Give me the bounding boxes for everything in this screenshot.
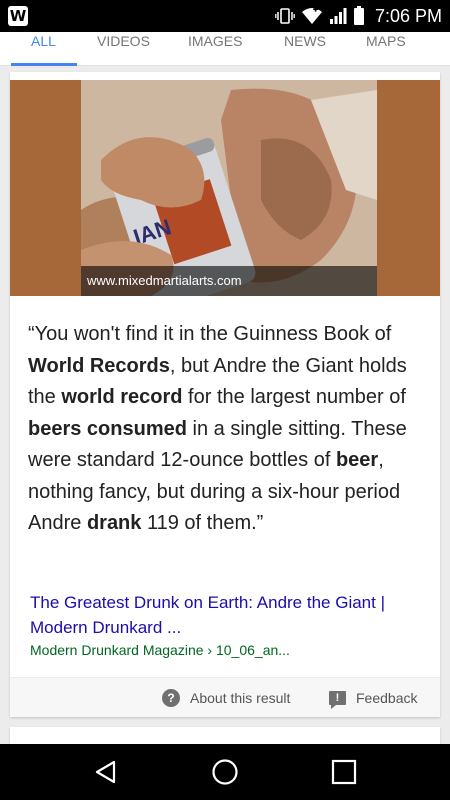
vibrate-icon bbox=[275, 8, 295, 24]
feedback-button[interactable]: ! Feedback bbox=[329, 678, 417, 718]
quote-highlight: beers consumed bbox=[28, 417, 187, 440]
quote-text: 119 of them.” bbox=[141, 512, 264, 534]
status-time: 7:06 PM bbox=[374, 5, 442, 26]
app-badge-icon: W bbox=[8, 6, 28, 26]
tab-maps[interactable]: MAPS bbox=[366, 32, 406, 66]
quote-highlight: World Records bbox=[28, 354, 170, 377]
result-title-link[interactable]: The Greatest Drunk on Earth: Andre the G… bbox=[30, 590, 430, 640]
snippet-footer: ? About this result ! Feedback bbox=[10, 677, 440, 717]
feedback-icon: ! bbox=[329, 691, 346, 709]
quote-highlight: drank bbox=[86, 512, 142, 534]
tab-news[interactable]: NEWS bbox=[284, 32, 326, 66]
about-this-result-button[interactable]: ? About this result bbox=[162, 678, 290, 718]
tab-images[interactable]: IMAGES bbox=[188, 32, 242, 66]
beer-can-photo: IAN bbox=[81, 80, 377, 296]
quote-text: for the largest number of bbox=[182, 386, 406, 408]
tab-all[interactable]: ALL bbox=[31, 32, 56, 66]
recents-button[interactable] bbox=[304, 744, 384, 800]
recents-icon bbox=[331, 759, 357, 785]
system-nav-bar bbox=[0, 744, 450, 800]
snippet-quote: “You won't find it in the Guinness Book … bbox=[28, 319, 432, 540]
quote-highlight: beer bbox=[335, 449, 379, 471]
snippet-image[interactable]: IAN www.mixedmartialarts.com bbox=[10, 80, 440, 296]
home-icon bbox=[212, 759, 238, 785]
feedback-label: Feedback bbox=[356, 690, 418, 706]
signal-icon bbox=[329, 8, 347, 24]
result-source-url[interactable]: Modern Drunkard Magazine › 10_06_an... bbox=[30, 641, 430, 659]
back-button[interactable] bbox=[66, 744, 146, 800]
active-tab-indicator bbox=[11, 63, 77, 66]
quote-highlight: world record bbox=[61, 386, 183, 408]
home-button[interactable] bbox=[185, 744, 265, 800]
wifi-icon bbox=[301, 7, 322, 24]
quote-text: “You won't find it in the Guinness Book … bbox=[28, 323, 392, 345]
back-icon bbox=[95, 760, 116, 784]
about-label: About this result bbox=[190, 690, 291, 706]
help-icon: ? bbox=[162, 689, 180, 707]
featured-snippet-card: IAN www.mixedmartialarts.com “You won't … bbox=[10, 72, 440, 717]
search-tabs: ALL VIDEOS IMAGES NEWS MAPS bbox=[0, 32, 450, 66]
image-source-caption: www.mixedmartialarts.com bbox=[81, 266, 377, 296]
battery-icon bbox=[353, 6, 364, 25]
tab-videos[interactable]: VIDEOS bbox=[97, 32, 150, 66]
status-bar: W 7:06 PM bbox=[0, 0, 450, 32]
